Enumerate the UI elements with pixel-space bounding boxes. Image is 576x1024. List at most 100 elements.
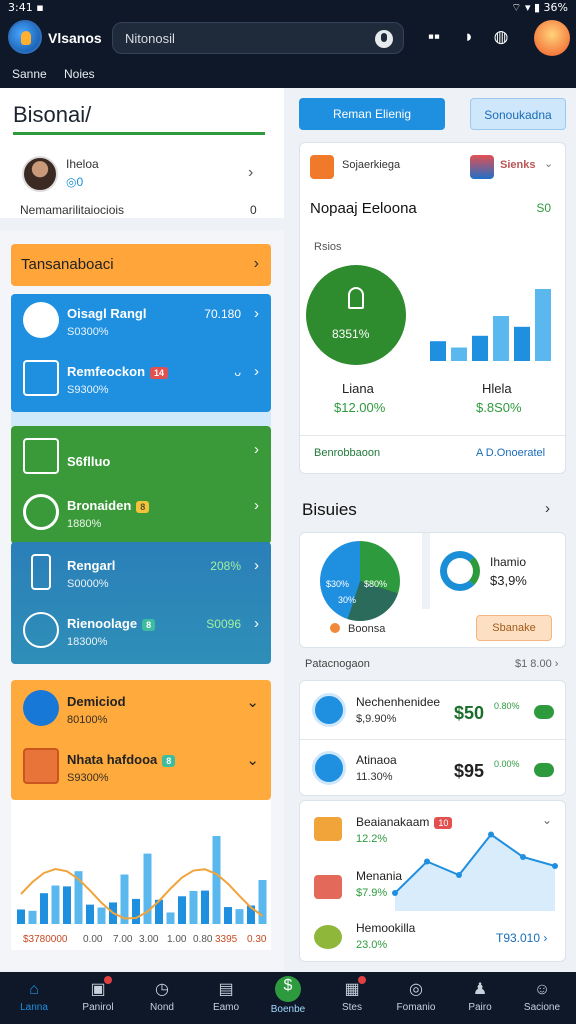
snake-button[interactable]: Sbanake — [476, 615, 552, 641]
grid-icon[interactable]: ▪▪ — [421, 24, 447, 50]
subnav-tab-2[interactable]: Noies — [64, 67, 95, 81]
nav-item-6[interactable]: ▦ Stes — [320, 972, 384, 1024]
metric-right-value: $.8S0% — [476, 400, 522, 415]
card-link[interactable]: Boonsa — [330, 623, 385, 635]
metric-left-value: $12.00% — [334, 400, 386, 415]
chart-label: 0.80 — [193, 934, 213, 945]
blue-card: Oisagl Rangl S0300% 70.180 › Remfeockon 1… — [11, 294, 271, 412]
chevron-right-icon: › — [254, 615, 259, 632]
stat-row[interactable]: Nechenhenidee $,9.90% $50 0.80% — [300, 683, 567, 739]
list-name: Beaianakaam — [356, 815, 430, 829]
bar-chart-panel: $3780000 0.00 7.00 3.00 1.00 0.80 3395 0… — [11, 800, 271, 950]
nav-item-8[interactable]: ♟ Pairo — [448, 972, 512, 1024]
line-chart — [392, 831, 558, 911]
chevron-down-icon[interactable]: ⌄ — [544, 157, 553, 170]
camera-icon[interactable]: ◍ — [488, 24, 514, 50]
list-value[interactable]: T93.010 › — [496, 931, 547, 945]
secondary-button[interactable]: Sonoukadna — [470, 98, 566, 130]
tag-right[interactable]: Sienks — [500, 159, 535, 171]
item-name: Oisagl Rangl — [67, 306, 147, 321]
chart-label: 0.30 — [247, 934, 267, 945]
donut-name: Ihamio — [490, 555, 527, 569]
section-value[interactable]: $1 8.00 › — [515, 658, 558, 670]
nav-home[interactable]: ⌂ Lanna — [2, 972, 66, 1024]
clock-icon: ◷ — [155, 981, 169, 998]
list-item[interactable]: Remfeockon 14 S9300% ᴗ › — [11, 352, 271, 408]
anchor-icon — [348, 287, 364, 309]
chevron-down-icon[interactable]: ⌄ — [542, 813, 552, 827]
metric-left-name: Liana — [342, 381, 374, 396]
item-sub: S0300% — [67, 326, 109, 338]
bottle-icon — [23, 494, 59, 530]
stat-row[interactable]: Atinaoa 11.30% $95 0.00% — [300, 741, 567, 797]
item-sub: S9300% — [67, 772, 109, 784]
left-header-panel: Bisonai/ — [0, 88, 284, 218]
chevron-right-icon: › — [254, 441, 259, 458]
list-item[interactable]: Rienoolage 8 18300% S0096 › — [11, 604, 271, 660]
bar — [189, 891, 198, 924]
item-value: 70.180 — [204, 307, 241, 321]
user-icon: ♟ — [472, 981, 488, 998]
footer-link-left[interactable]: Benrobbaoon — [314, 447, 380, 459]
list-item[interactable]: Oisagl Rangl S0300% 70.180 › — [11, 294, 271, 350]
item-name: Bronaiden — [67, 498, 132, 513]
truck-icon — [23, 438, 59, 474]
nav-item-3[interactable]: ◷ Nond — [130, 972, 194, 1024]
overview-card: Sojaerkiega Sienks ⌄ Nopaaj Eeloona S0 R… — [299, 142, 567, 474]
bottle-icon — [31, 554, 51, 590]
pie-label: $80% — [364, 579, 388, 589]
list-item[interactable]: Bronaiden 8 1880% › — [11, 486, 271, 542]
item-value: 208% — [210, 559, 241, 573]
metric-circle: 8351% — [306, 265, 406, 365]
divider — [300, 435, 567, 436]
section-label: Patacnogaon — [305, 658, 370, 670]
teal-card: Rengarl S0000% 208% › Rienoolage 8 18300%… — [11, 542, 271, 664]
nav-item-4[interactable]: ▤ Eamo — [194, 972, 258, 1024]
member-value: 0 — [250, 203, 257, 217]
chat-icon[interactable]: ◗ — [456, 24, 482, 50]
chart-label: 0.00 — [83, 934, 103, 945]
item-badge: 8 — [142, 618, 156, 631]
bar — [493, 316, 509, 361]
list-item[interactable]: Nhata hafdooa 8 S9300% ⌄ — [11, 740, 271, 796]
toggle-icon[interactable] — [534, 763, 554, 777]
list-item[interactable]: Demiciod 80100% ⌄ — [11, 682, 271, 738]
stat-change: 0.80% — [494, 701, 520, 711]
nav-item-7[interactable]: ◎ Fomanio — [384, 972, 448, 1024]
basket-icon — [314, 817, 342, 841]
item-badge: 8 — [136, 500, 150, 513]
bar — [166, 912, 175, 924]
toggle-icon[interactable] — [534, 705, 554, 719]
donut-chart — [440, 551, 480, 591]
bar — [17, 909, 25, 924]
box-icon — [314, 875, 342, 899]
nav-center[interactable]: $ Boenbe — [256, 972, 320, 1024]
profile-avatar[interactable] — [534, 20, 570, 56]
metric-right-name: Hlela — [482, 381, 512, 396]
footer-link-right[interactable]: A D.Onoeratel — [476, 447, 545, 459]
chevron-right-icon[interactable]: › — [248, 164, 253, 182]
card-heading: Nopaaj Eeloona — [310, 200, 417, 217]
orange-header-row[interactable]: Tansanaboaci › — [11, 244, 271, 286]
document-icon: ▤ — [218, 981, 234, 998]
line-point — [520, 854, 526, 860]
user-avatar[interactable] — [22, 156, 58, 192]
primary-button[interactable]: Reman Elienig — [299, 98, 445, 130]
list-item[interactable]: Rengarl S0000% 208% › — [11, 546, 271, 602]
bar — [472, 335, 488, 361]
bar — [430, 341, 446, 361]
nav-item-2[interactable]: ▣ Panirol — [66, 972, 130, 1024]
app-logo-icon[interactable] — [8, 20, 42, 54]
stat-value: $95 — [454, 761, 485, 781]
subnav-tab-1[interactable]: Sanne — [12, 67, 47, 81]
search-input[interactable]: Nitonosil — [112, 22, 404, 54]
nav-item-9[interactable]: ☺ Sacione — [510, 972, 574, 1024]
green-card: S6flluo › Bronaiden 8 1880% › — [11, 426, 271, 544]
pie-card: $30% $80% 30% Ihamio $3,9% Boonsa Sbanak… — [299, 532, 566, 648]
mic-icon[interactable] — [375, 30, 393, 48]
orange-card: Demiciod 80100% ⌄ Nhata hafdooa 8 S9300% … — [11, 680, 271, 800]
chevron-right-icon[interactable]: › — [545, 500, 550, 517]
trend-card: Beaianakaam 10 12.2% ⌄ Menania $7.9% Hemo… — [299, 800, 566, 962]
list-item[interactable]: S6flluo › — [11, 430, 271, 486]
store-icon — [23, 360, 59, 396]
